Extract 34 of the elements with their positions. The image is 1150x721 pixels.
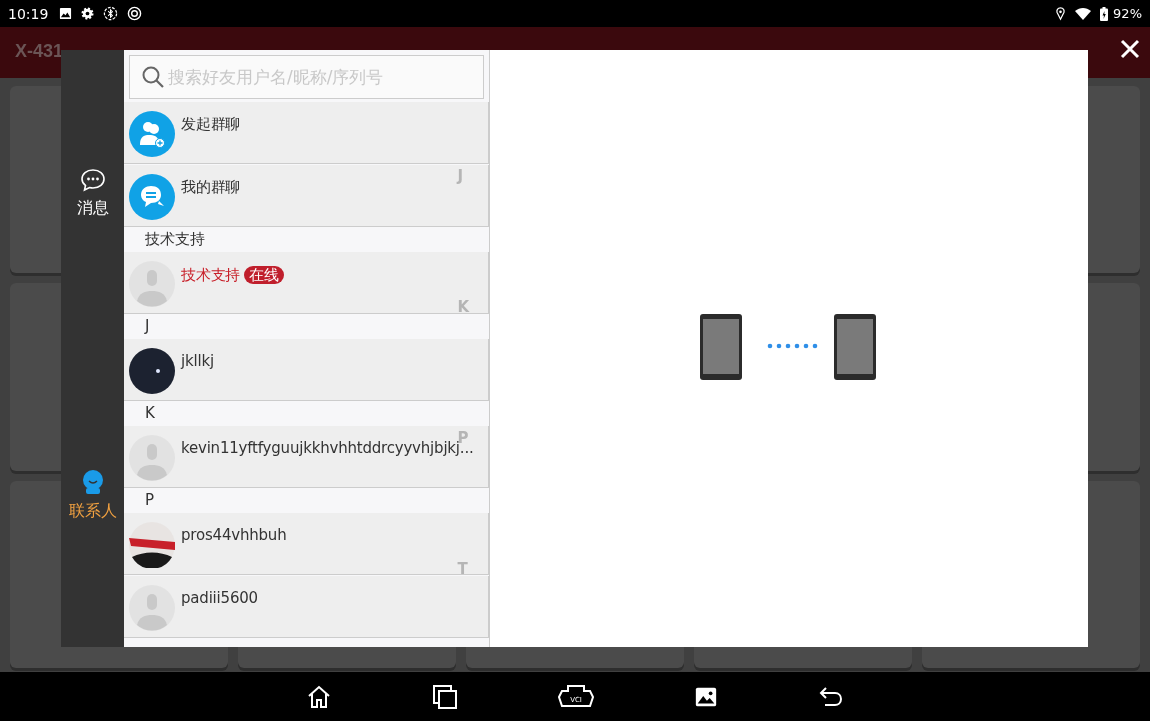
search-icon (141, 65, 165, 89)
contact-name: pros44vhhbuh (181, 527, 287, 543)
recent-apps-icon[interactable] (432, 683, 458, 710)
battery-icon (1100, 6, 1109, 21)
photo-placeholder (129, 348, 175, 394)
contact-head-icon (80, 469, 105, 495)
group-chat-icon (129, 174, 175, 220)
nav-tab[interactable]: 消息 (76, 168, 109, 219)
clock-time: 10:19 (8, 5, 49, 22)
avatar-silhouette-icon (129, 435, 175, 481)
home-icon[interactable] (306, 683, 332, 710)
bluetooth-icon (103, 6, 119, 21)
contact-name: 我的群聊 (181, 179, 241, 195)
battery-percentage: 92% (1113, 6, 1142, 21)
contact-name: kevin11yftfyguujkkhvhhtddrcyyvhjbjkj... (181, 440, 474, 456)
image-icon (59, 7, 73, 20)
settings-icon (81, 7, 95, 20)
nav-tab[interactable]: 联系人 (68, 469, 117, 522)
contact-name: padiii5600 (181, 590, 258, 606)
online-status-badge: 在线 (244, 266, 285, 284)
avatar-silhouette-icon (129, 261, 175, 307)
contact-name: 发起群聊 (181, 116, 241, 132)
contact-row[interactable]: jkllkj (124, 339, 489, 401)
wifi-icon (1075, 7, 1092, 20)
avatar-silhouette-icon (129, 585, 175, 631)
contact-row[interactable]: 发起群聊 (124, 102, 489, 164)
app-title: X-431 (15, 41, 64, 62)
contact-row[interactable]: padiii5600 (124, 576, 489, 638)
photo-placeholder (129, 522, 175, 568)
group-add-icon (129, 111, 175, 157)
chat-bubble-icon (79, 168, 106, 192)
contact-name: 技术支持 (181, 267, 241, 283)
contact-name: jkllkj (181, 353, 214, 369)
location-icon (1055, 6, 1067, 21)
